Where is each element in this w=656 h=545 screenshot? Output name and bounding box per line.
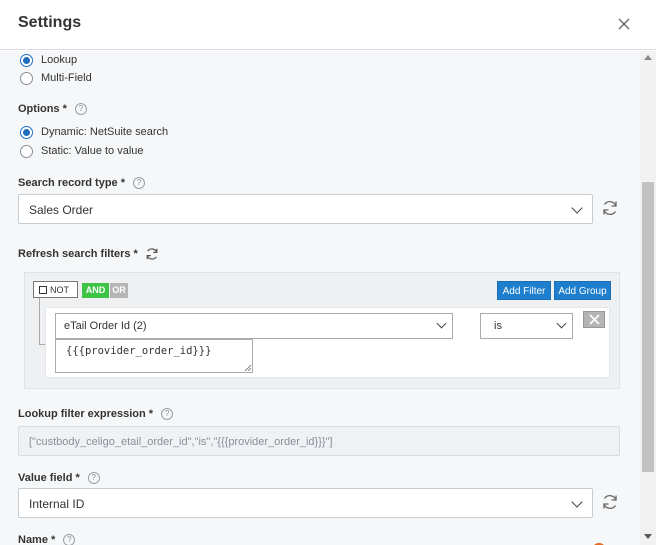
dialog-header: Settings <box>0 0 656 50</box>
rule-value-text: {{{provider_order_id}}} <box>66 345 212 357</box>
help-icon[interactable]: ? <box>74 103 87 115</box>
rule-value-input[interactable]: {{{provider_order_id}}} <box>55 339 253 373</box>
rule-operator-select[interactable]: is <box>480 313 573 339</box>
radio-static-control[interactable] <box>20 144 33 158</box>
search-record-type-label: Search record type * ? <box>18 177 145 189</box>
radio-multi-field[interactable]: Multi-Field <box>20 70 92 86</box>
search-record-type-select[interactable]: Sales Order <box>18 194 593 224</box>
radio-dynamic-label: Dynamic: NetSuite search <box>41 126 169 138</box>
help-icon[interactable]: ? <box>63 534 76 545</box>
settings-content: Lookup Multi-Field Options * ? Dynamic: … <box>0 51 640 545</box>
add-group-button[interactable]: Add Group <box>554 281 611 300</box>
rule-field-value: eTail Order Id (2) <box>64 320 147 332</box>
delete-rule-button[interactable] <box>583 311 605 328</box>
filter-builder: NOT AND OR Add Filter Add Group eTail Or… <box>24 272 620 389</box>
chevron-down-icon <box>571 496 583 508</box>
radio-multi-field-label: Multi-Field <box>41 72 92 84</box>
scroll-down-arrow-icon[interactable] <box>644 534 652 539</box>
rule-operator-value: is <box>494 320 502 332</box>
add-filter-button[interactable]: Add Filter <box>497 281 551 300</box>
lookup-filter-expression-label: Lookup filter expression * ? <box>18 408 174 420</box>
value-field-select[interactable]: Internal ID <box>18 488 593 518</box>
radio-lookup[interactable]: Lookup <box>20 52 77 68</box>
help-icon[interactable]: ? <box>133 177 145 189</box>
search-record-type-value: Sales Order <box>29 203 94 217</box>
or-button[interactable]: OR <box>110 283 128 298</box>
refresh-icon[interactable] <box>600 492 620 512</box>
dialog-title: Settings <box>18 14 82 31</box>
radio-lookup-label: Lookup <box>41 54 78 66</box>
close-icon <box>589 314 600 325</box>
chevron-down-icon <box>436 318 447 329</box>
radio-multi-field-control[interactable] <box>20 71 33 85</box>
radio-dynamic[interactable]: Dynamic: NetSuite search <box>20 124 168 140</box>
not-toggle[interactable]: NOT <box>33 281 78 298</box>
radio-lookup-control[interactable] <box>20 53 33 67</box>
refresh-icon[interactable] <box>600 198 620 218</box>
value-field-value: Internal ID <box>29 497 85 511</box>
scrollbar-thumb[interactable] <box>642 182 654 472</box>
options-label: Options * ? <box>18 103 87 115</box>
and-button[interactable]: AND <box>82 283 109 298</box>
rule-field-select[interactable]: eTail Order Id (2) <box>55 313 453 339</box>
chevron-down-icon <box>556 318 567 329</box>
close-icon[interactable] <box>616 16 632 32</box>
value-field-label: Value field * ? <box>18 472 100 484</box>
resize-handle-icon[interactable] <box>244 364 251 371</box>
radio-dynamic-control[interactable] <box>20 125 33 139</box>
name-label: Name * ? <box>18 534 76 545</box>
chevron-down-icon <box>571 202 583 214</box>
scrollbar[interactable] <box>640 51 656 545</box>
scroll-up-arrow-icon[interactable] <box>644 55 652 60</box>
refresh-filters-icon[interactable] <box>144 246 160 262</box>
radio-static-label: Static: Value to value <box>41 145 144 157</box>
help-icon[interactable]: ? <box>161 408 174 420</box>
help-icon[interactable]: ? <box>87 472 100 484</box>
refresh-search-filters-label: Refresh search filters * <box>18 246 160 262</box>
lookup-filter-expression-field: ["custbody_celigo_etail_order_id","is","… <box>18 426 620 456</box>
not-label: NOT <box>50 284 69 295</box>
radio-static[interactable]: Static: Value to value <box>20 143 144 159</box>
not-checkbox[interactable] <box>39 285 47 294</box>
